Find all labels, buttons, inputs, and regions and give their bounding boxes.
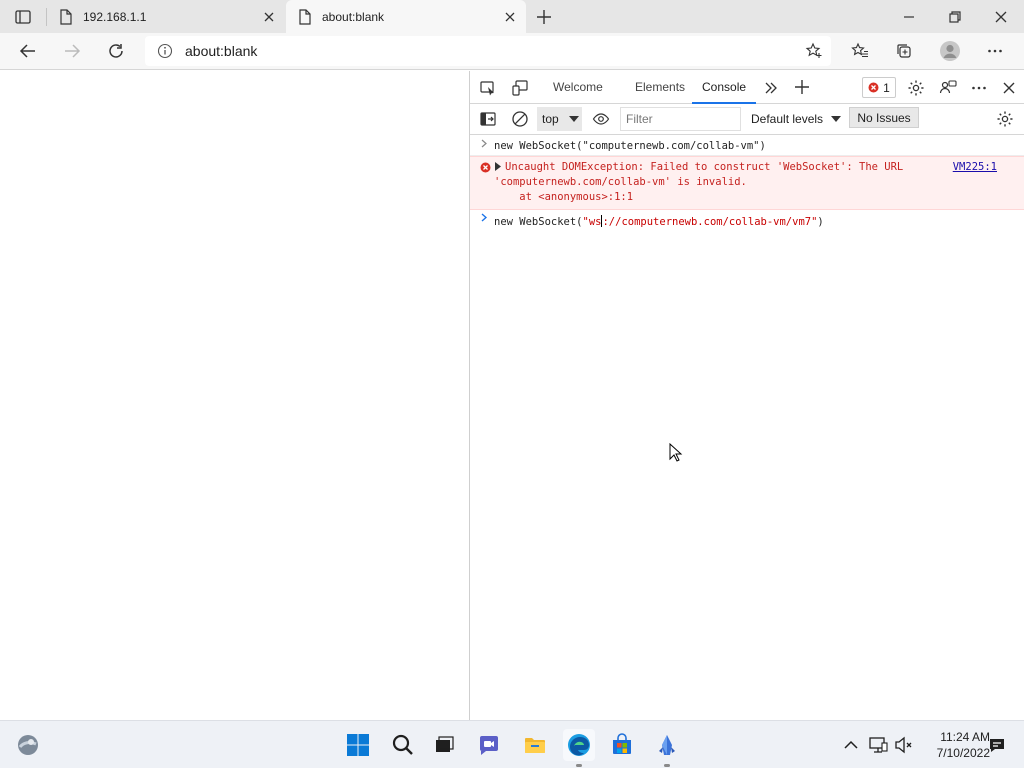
tab-strip: 192.168.1.1 about:blank xyxy=(0,0,1024,33)
console-input[interactable]: new WebSocket("ws://computernewb.com/col… xyxy=(470,210,1024,230)
clock-time: 11:24 AM xyxy=(940,730,990,744)
taskbar: 11:24 AM 7/10/2022 xyxy=(0,720,1024,768)
connect-users-icon[interactable] xyxy=(937,77,959,99)
console-toolbar: top Default levels No Issues xyxy=(470,104,1024,135)
tab-title: 192.168.1.1 xyxy=(83,9,147,24)
tab-console[interactable]: Console xyxy=(692,71,757,104)
settings-more-icon[interactable] xyxy=(981,37,1009,65)
tab-elements[interactable]: Elements xyxy=(635,71,685,104)
page-icon xyxy=(298,8,312,25)
prompt-chevron-icon xyxy=(481,139,487,148)
add-tool-icon[interactable] xyxy=(791,76,813,98)
search-icon[interactable] xyxy=(387,729,419,761)
input-prefix: new WebSocket( xyxy=(494,216,583,228)
profile-avatar[interactable] xyxy=(936,37,964,65)
console-command: new WebSocket("computernewb.com/collab-v… xyxy=(494,140,766,152)
address-url: about:blank xyxy=(185,43,258,59)
issues-button[interactable]: No Issues xyxy=(849,107,919,128)
forward-button[interactable] xyxy=(58,37,86,65)
active-app-indicator xyxy=(576,764,582,767)
error-stack-line: at <anonymous>:1:1 xyxy=(494,191,634,203)
favorites-icon[interactable] xyxy=(846,37,874,65)
error-count-badge[interactable]: 1 xyxy=(862,77,896,98)
tab-welcome[interactable]: Welcome xyxy=(553,71,603,104)
task-view-icon[interactable] xyxy=(428,729,460,761)
navigation-bar: about:blank xyxy=(0,33,1024,70)
devtools-tabbar: Welcome Elements Console 1 xyxy=(470,71,1024,104)
expand-triangle-icon[interactable] xyxy=(494,162,502,171)
back-button[interactable] xyxy=(14,37,42,65)
clock-date: 7/10/2022 xyxy=(936,746,990,760)
console-log[interactable]: new WebSocket("computernewb.com/collab-v… xyxy=(470,136,1024,230)
close-devtools-icon[interactable] xyxy=(998,77,1020,99)
add-favorite-icon[interactable] xyxy=(805,42,823,60)
clear-console-icon[interactable] xyxy=(509,108,531,130)
tab-title: about:blank xyxy=(322,9,385,24)
start-button[interactable] xyxy=(342,729,374,761)
edge-browser-icon[interactable] xyxy=(563,729,595,761)
log-levels-dropdown[interactable]: Default levels xyxy=(751,107,842,131)
address-bar[interactable]: about:blank xyxy=(145,36,831,66)
page-viewport[interactable] xyxy=(0,71,469,720)
close-tab-icon[interactable] xyxy=(502,9,518,25)
log-levels-label: Default levels xyxy=(751,112,824,126)
restore-icon[interactable] xyxy=(946,8,964,26)
notifications-icon[interactable] xyxy=(981,729,1013,761)
tab-192-168-1-1[interactable]: 192.168.1.1 xyxy=(47,0,285,33)
devtools-panel: Welcome Elements Console 1 top Filter De… xyxy=(469,71,1024,720)
error-icon xyxy=(480,162,491,173)
console-entry: new WebSocket("computernewb.com/collab-v… xyxy=(470,136,1024,156)
running-app-indicator xyxy=(664,764,670,767)
more-tabs-chevron-icon[interactable] xyxy=(760,77,782,99)
input-suffix: ) xyxy=(817,216,824,228)
minimize-icon[interactable] xyxy=(900,8,918,26)
file-explorer-icon[interactable] xyxy=(519,729,551,761)
close-tab-icon[interactable] xyxy=(261,9,277,25)
error-count: 1 xyxy=(883,80,890,95)
error-message-line-2: 'computernewb.com/collab-vm' is invalid. xyxy=(494,176,747,188)
widgets-icon[interactable] xyxy=(12,729,44,761)
tab-about-blank[interactable]: about:blank xyxy=(286,0,526,33)
system-clock[interactable]: 11:24 AM 7/10/2022 xyxy=(918,729,990,761)
filter-input[interactable] xyxy=(620,107,741,131)
volume-muted-icon[interactable] xyxy=(888,729,920,761)
settings-gear-icon[interactable] xyxy=(905,77,927,99)
console-settings-gear-icon[interactable] xyxy=(994,108,1016,130)
live-expression-eye-icon[interactable] xyxy=(590,108,612,130)
error-icon xyxy=(868,82,879,93)
page-icon xyxy=(59,8,73,25)
pinned-app-icon[interactable] xyxy=(651,729,683,761)
microsoft-store-icon[interactable] xyxy=(606,729,638,761)
context-value: top xyxy=(542,112,559,126)
mouse-cursor-icon xyxy=(669,443,683,463)
dropdown-arrow-icon xyxy=(568,116,579,122)
prompt-chevron-icon xyxy=(481,213,487,222)
error-source-link[interactable]: VM225:1 xyxy=(953,161,997,173)
input-string-end: ://computernewb.com/collab-vm/vm7" xyxy=(602,216,818,228)
device-emulation-icon[interactable] xyxy=(509,77,531,99)
refresh-button[interactable] xyxy=(102,37,130,65)
chat-icon[interactable] xyxy=(473,729,505,761)
collections-icon[interactable] xyxy=(890,37,918,65)
error-message-line-1: Uncaught DOMException: Failed to constru… xyxy=(494,161,1024,176)
console-error-entry: Uncaught DOMException: Failed to constru… xyxy=(470,156,1024,210)
customize-more-icon[interactable] xyxy=(968,77,990,99)
info-icon[interactable] xyxy=(157,43,173,59)
context-selector[interactable]: top xyxy=(537,107,582,131)
close-window-icon[interactable] xyxy=(992,8,1010,26)
dropdown-arrow-icon xyxy=(831,116,842,122)
inspect-element-icon[interactable] xyxy=(477,77,499,99)
tab-actions-icon[interactable] xyxy=(14,8,32,26)
input-string-start: "ws xyxy=(582,216,602,228)
new-tab-icon[interactable] xyxy=(535,8,553,26)
show-sidebar-icon[interactable] xyxy=(477,108,499,130)
